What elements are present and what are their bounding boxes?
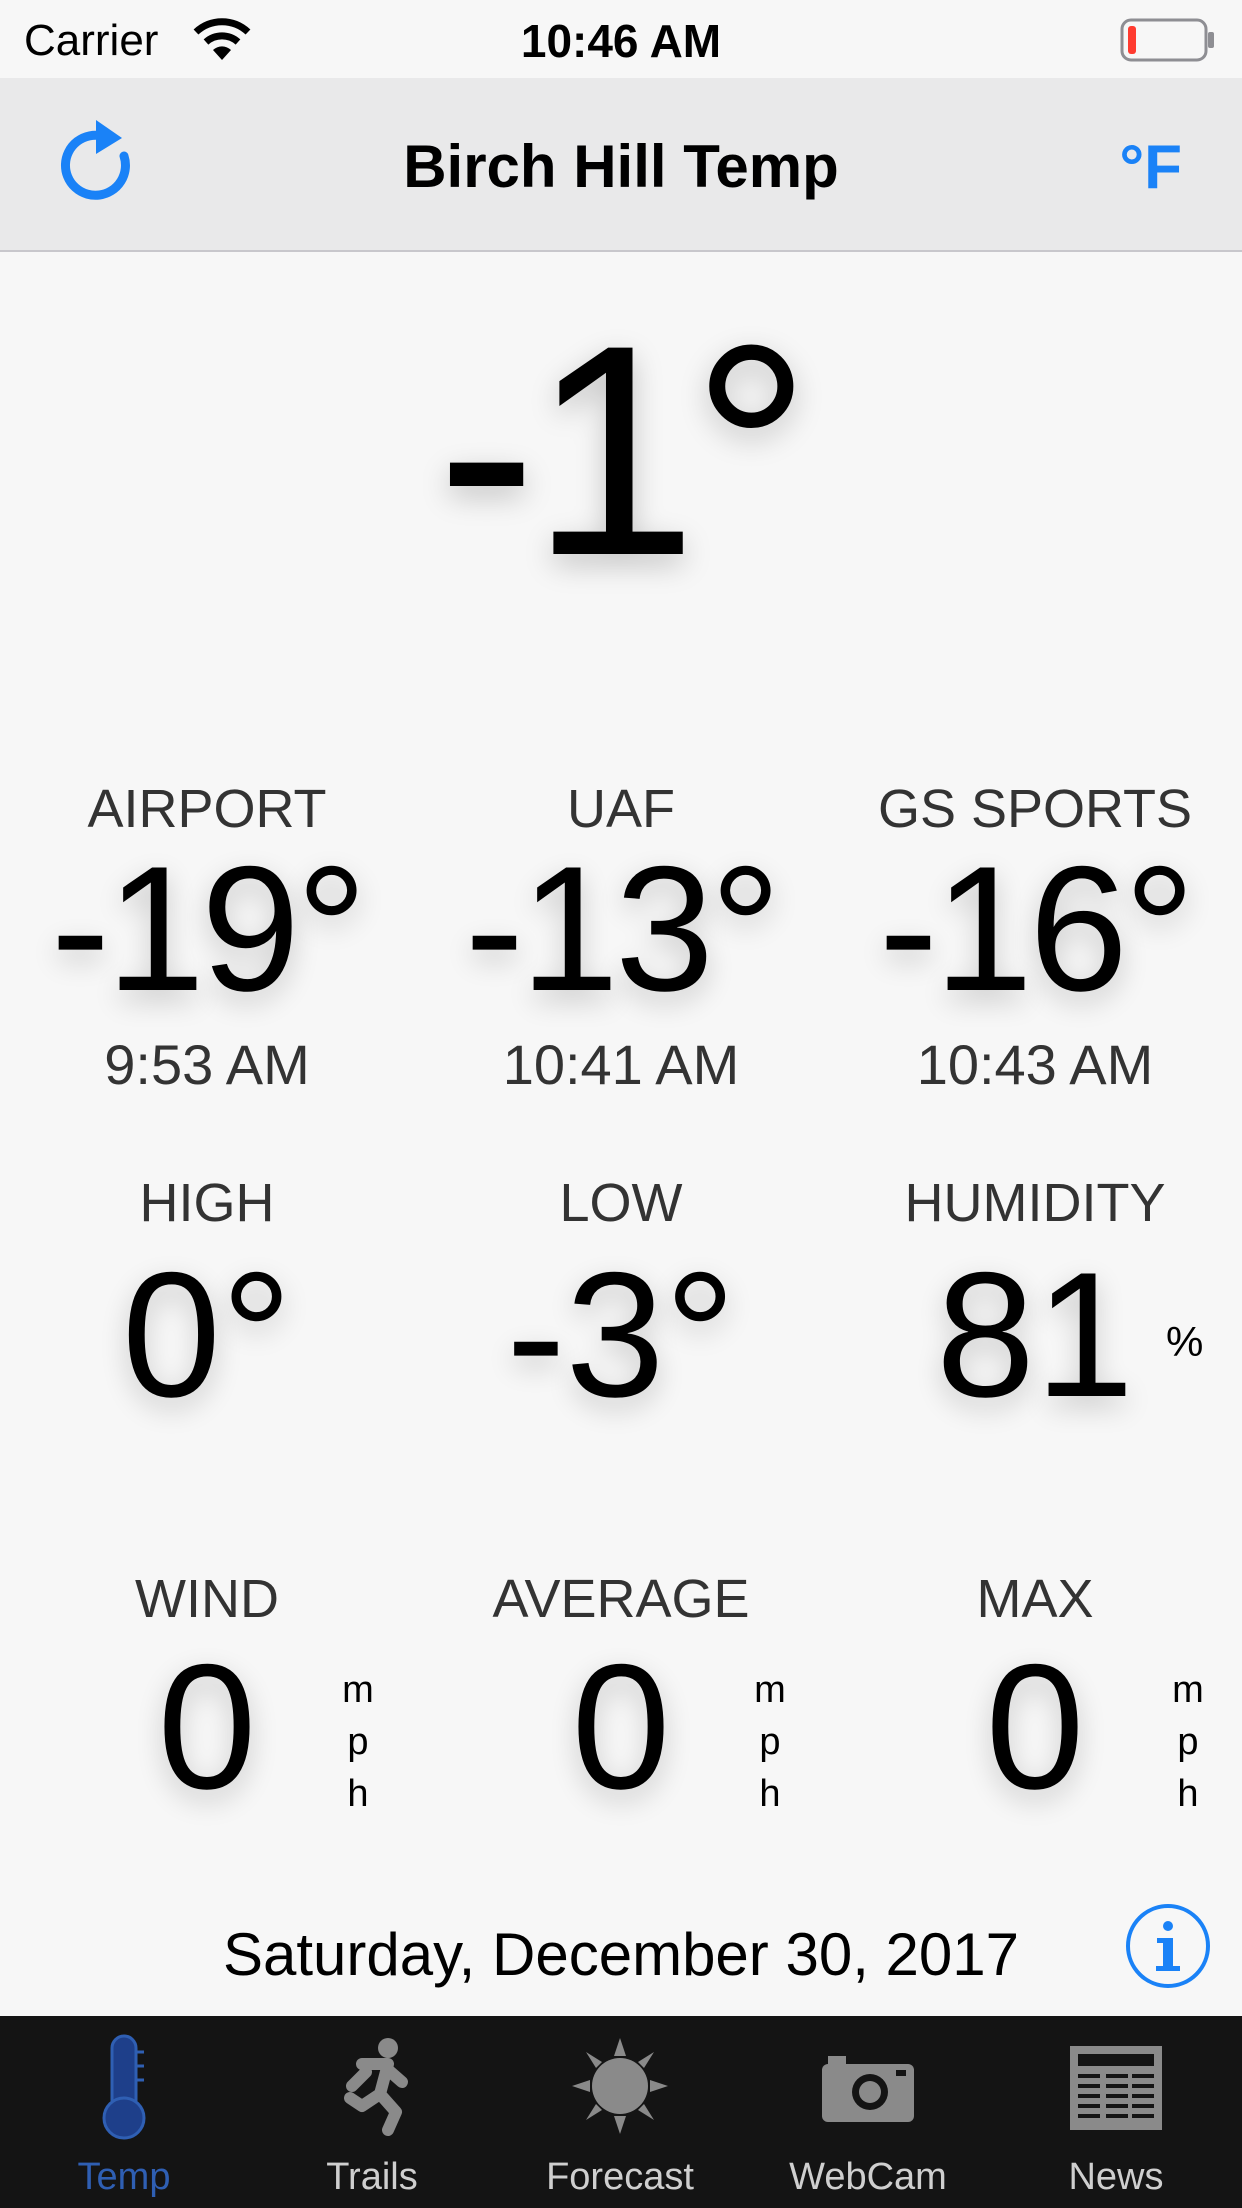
high-stat: HIGH 0°: [0, 1172, 414, 1424]
current-temperature: -1°: [436, 282, 812, 618]
tab-news[interactable]: News: [992, 2016, 1240, 2208]
date-label: Saturday, December 30, 2017: [222, 1921, 1020, 1988]
sun-icon: [572, 2038, 668, 2134]
page-title: Birch Hill Temp: [403, 133, 839, 200]
tab-temp[interactable]: Temp: [0, 2016, 248, 2208]
runner-icon: [344, 2038, 408, 2136]
wind-unit: m p h: [342, 1669, 374, 1815]
tab-webcam[interactable]: WebCam: [744, 2016, 992, 2208]
station-time: 10:43 AM: [916, 1033, 1154, 1096]
camera-icon: [822, 2056, 914, 2122]
tab-label: Temp: [77, 2156, 171, 2198]
status-bar: Carrier 10:46 AM: [0, 0, 1242, 78]
tab-label: News: [1068, 2156, 1164, 2198]
tab-forecast[interactable]: Forecast: [496, 2016, 744, 2208]
station-time: 10:41 AM: [502, 1033, 740, 1096]
thermometer-icon: [102, 2034, 146, 2140]
low-stat: LOW -3°: [414, 1172, 828, 1424]
tab-label: WebCam: [789, 2156, 947, 2198]
max-wind-unit: m p h: [1172, 1669, 1204, 1815]
station-temp: -19°: [50, 829, 367, 1028]
tab-trails[interactable]: Trails: [248, 2016, 496, 2208]
station-uaf: UAF -13° 10:41 AM: [414, 778, 828, 1097]
station-temp: -16°: [878, 829, 1195, 1028]
low-value: -3°: [506, 1235, 736, 1434]
status-time: 10:46 AM: [520, 15, 722, 67]
unit-toggle-button[interactable]: °F: [1119, 132, 1182, 203]
humidity-stat: HUMIDITY 81: [828, 1172, 1242, 1424]
max-label: MAX: [976, 1569, 1094, 1629]
low-label: LOW: [559, 1173, 683, 1233]
station-time: 9:53 AM: [104, 1033, 310, 1096]
high-label: HIGH: [139, 1173, 275, 1233]
tab-label: Forecast: [546, 2156, 694, 2198]
average-wind-unit: m p h: [754, 1669, 786, 1815]
average-label: AVERAGE: [492, 1569, 750, 1629]
humidity-label: HUMIDITY: [904, 1173, 1166, 1233]
station-gs-sports: GS SPORTS -16° 10:43 AM: [828, 778, 1242, 1097]
station-airport: AIRPORT -19° 9:53 AM: [0, 778, 414, 1097]
wind-label: WIND: [135, 1569, 279, 1629]
battery-icon: [1120, 18, 1214, 62]
tab-label: Trails: [326, 2156, 418, 2198]
tab-bar: Temp Trails Forecast WebCam News: [0, 2016, 1242, 2208]
navigation-bar: Birch Hill Temp °F: [0, 78, 1242, 252]
station-temp: -13°: [464, 829, 781, 1028]
info-button[interactable]: [1124, 1902, 1212, 1990]
humidity-unit: %: [1166, 1318, 1204, 1365]
high-value: 0°: [121, 1235, 293, 1434]
newspaper-icon: [1070, 2046, 1162, 2130]
